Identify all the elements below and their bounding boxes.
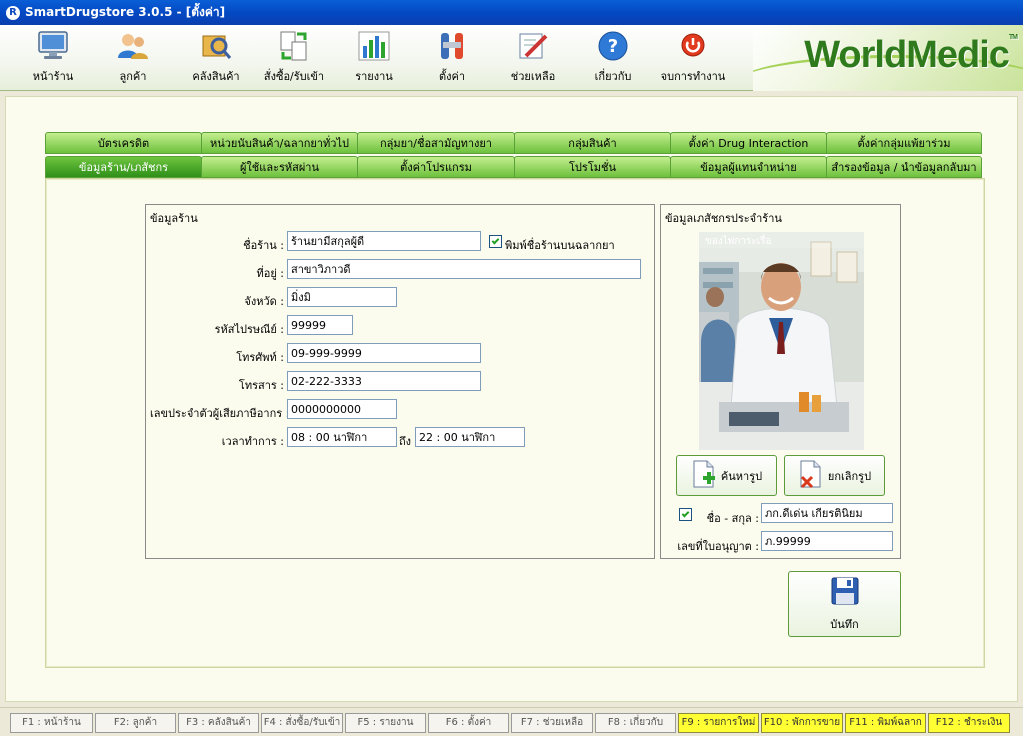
pharmacist-name-checkbox[interactable] [679,508,692,521]
phone-label: โทรศัพท์ : [236,351,284,364]
monitor-icon [36,29,70,63]
fax-label: โทรสาร : [238,379,284,392]
pharmacist-name-input[interactable] [761,503,893,523]
help-pen-icon [516,29,550,63]
fkey-f8[interactable]: F8 : เกี่ยวกับ [595,713,676,733]
save-button[interactable]: บันทึก [788,571,901,637]
tab-distributors[interactable]: ข้อมูลผู้แทนจำหน่าย [670,156,827,178]
tab-promotions[interactable]: โปรโมชั่น [514,156,671,178]
tab-allergy-groups[interactable]: ตั้งค่ากลุ่มแพ้ยาร่วม [826,132,982,154]
fkey-f3[interactable]: F3 : คลังสินค้า [178,713,259,733]
address-input[interactable] [287,259,641,279]
license-label: เลขที่ใบอนุญาต : [677,540,759,553]
fkey-f4[interactable]: F4 : สั่งซื้อ/รับเข้า [261,713,343,733]
hours-from-input[interactable] [287,427,397,447]
window-title: SmartDrugstore 3.0.5 - [ตั้งค่า] [25,5,226,19]
hours-to-input[interactable] [415,427,525,447]
power-icon [676,29,710,63]
toolbar-button-settings[interactable]: ตั้งค่า [412,29,492,85]
province-input[interactable] [287,287,397,307]
tab-credit-card[interactable]: บัตรเครดิต [45,132,202,154]
phone-input[interactable] [287,343,481,363]
bar-chart-icon [357,29,391,63]
inventory-box-icon [199,29,233,63]
hours-to-label: ถึง [399,435,412,448]
title-bar: R SmartDrugstore 3.0.5 - [ตั้งค่า] [0,0,1023,25]
print-name-label: พิมพ์ชื่อร้านบนฉลากยา [505,239,615,252]
users-icon [116,29,150,63]
fkey-f2[interactable]: F2: ลูกค้า [95,713,176,733]
question-icon: ? [596,29,630,63]
store-name-input[interactable] [287,231,481,251]
pharmacist-name-label: ชื่อ - สกุล : [706,512,759,525]
fkey-f5[interactable]: F5 : รายงาน [345,713,426,733]
tab-backup-restore[interactable]: สำรองข้อมูล / นำข้อมูลกลับมา [826,156,982,178]
app-icon: R [6,5,20,20]
tab-program-settings[interactable]: ตั้งค่าโปรแกรม [357,156,515,178]
fkey-f12[interactable]: F12 : ชำระเงิน [928,713,1010,733]
address-label: ที่อยู่ : [256,267,284,280]
remove-image-icon [798,459,824,492]
tab-product-groups[interactable]: กลุ่มสินค้า [514,132,671,154]
tab-store-pharmacist[interactable]: ข้อมูลร้าน/เภสัชกร [45,156,202,178]
toolbar-button-storefront[interactable]: หน้าร้าน [13,29,93,85]
cancel-photo-button[interactable]: ยกเลิกรูป [784,455,885,496]
find-photo-button[interactable]: ค้นหารูป [676,455,777,496]
check-mark-icon [681,509,690,517]
postcode-label: รหัสไปรษณีย์ : [214,323,284,336]
toolbar-button-help[interactable]: ช่วยเหลือ [493,29,573,85]
fkey-f9[interactable]: F9 : รายการใหม่ [678,713,759,733]
tab-users-passwords[interactable]: ผู้ใช้และรหัสผ่าน [201,156,358,178]
hours-label: เวลาทำการ : [221,435,284,448]
logo-area: WorldMedicTM [753,25,1023,91]
taxid-label: เลขประจำตัวผู้เสียภาษีอากร : [150,407,290,420]
tab-units-labels[interactable]: หน่วยนับสินค้า/ฉลากยาทั่วไป [201,132,358,154]
toolbar-button-exit[interactable]: จบการทำงาน [653,29,733,85]
add-image-icon [691,459,717,492]
photo-caption: ของไพ่การะเรื่อ [705,233,772,247]
svg-text:?: ? [608,36,618,57]
pharmacist-photo: ของไพ่การะเรื่อ [699,232,864,450]
main-toolbar: หน้าร้าน ลูกค้า คลังสินค้า สั่งซื้อ/รับเ… [0,25,1023,91]
tab-drug-interaction[interactable]: ตั้งค่า Drug Interaction [670,132,827,154]
worldmedic-logo: WorldMedicTM [804,34,1018,76]
tools-icon [435,29,469,63]
fkey-f6[interactable]: F6 : ตั้งค่า [428,713,509,733]
province-label: จังหวัด : [244,295,284,308]
taxid-input[interactable] [287,399,397,419]
fkey-f1[interactable]: F1 : หน้าร้าน [10,713,93,733]
order-exchange-icon [277,29,311,63]
toolbar-button-orders[interactable]: สั่งซื้อ/รับเข้า [254,29,334,85]
print-name-checkbox[interactable] [489,235,502,248]
store-info-title: ข้อมูลร้าน [149,209,199,227]
pharmacist-title: ข้อมูลเภสัชกรประจำร้าน [664,209,783,227]
check-mark-icon [491,236,500,244]
fkey-f10[interactable]: F10 : พักการขาย [761,713,843,733]
toolbar-button-about[interactable]: ? เกี่ยวกับ [573,29,653,85]
toolbar-button-inventory[interactable]: คลังสินค้า [176,29,256,85]
function-key-bar: F1 : หน้าร้าน F2: ลูกค้า F3 : คลังสินค้า… [0,707,1023,736]
toolbar-button-customers[interactable]: ลูกค้า [93,29,173,85]
toolbar-button-reports[interactable]: รายงาน [334,29,414,85]
license-input[interactable] [761,531,893,551]
floppy-disk-icon [830,576,860,609]
tab-drug-groups[interactable]: กลุ่มยา/ชื่อสามัญทางยา [357,132,515,154]
store-name-label: ชื่อร้าน : [243,239,284,252]
fax-input[interactable] [287,371,481,391]
fkey-f11[interactable]: F11 : พิมพ์ฉลาก [845,713,926,733]
postcode-input[interactable] [287,315,353,335]
fkey-f7[interactable]: F7 : ช่วยเหลือ [511,713,593,733]
